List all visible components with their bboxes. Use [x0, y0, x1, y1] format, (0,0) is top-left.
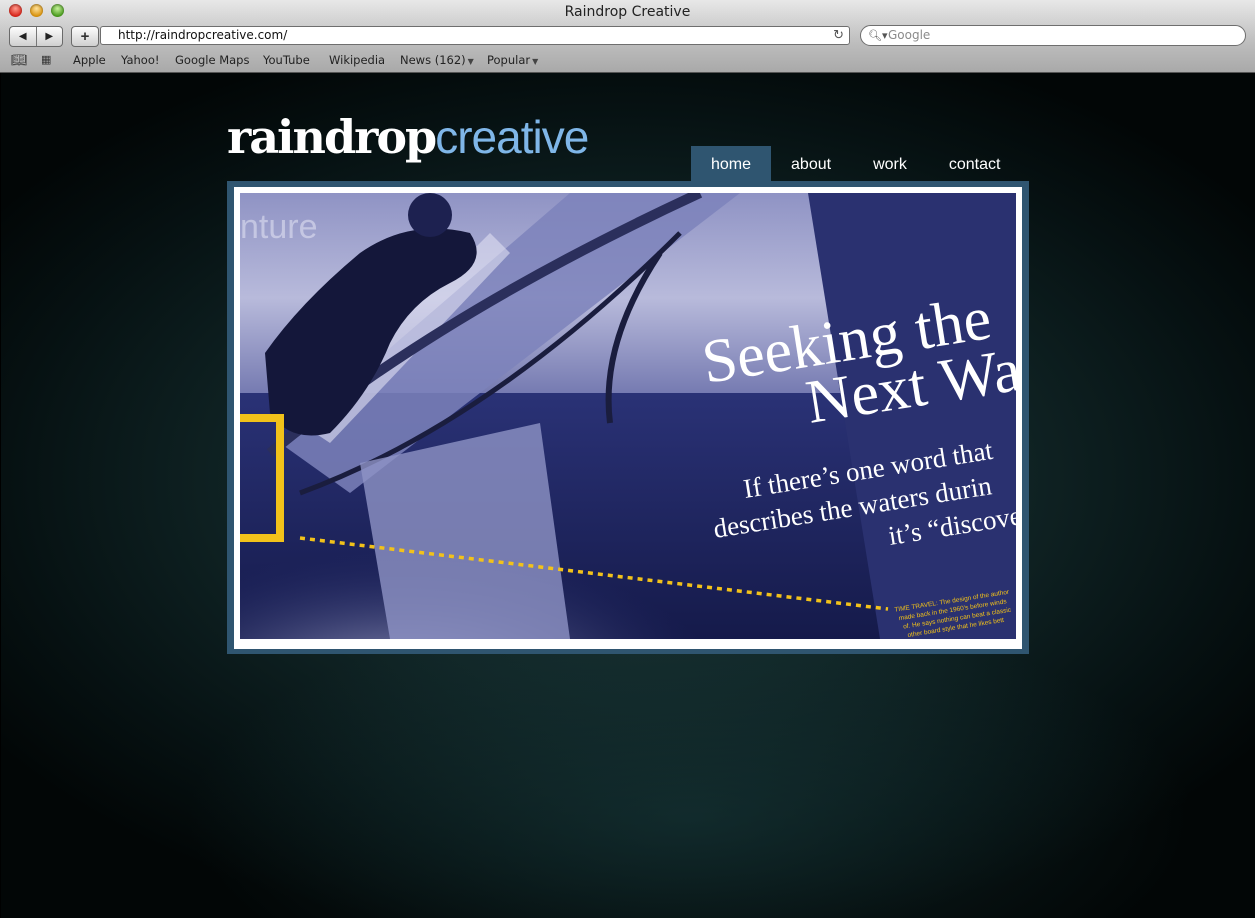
search-icon: 🔍︎▾	[868, 29, 888, 42]
search-input[interactable]: 🔍︎▾ Google	[860, 25, 1246, 46]
nav-home[interactable]: home	[691, 146, 772, 184]
bookmark-wikipedia[interactable]: Wikipedia	[329, 53, 385, 67]
bookmark-google-maps[interactable]: Google Maps	[175, 53, 249, 67]
rider-head	[408, 193, 452, 237]
forward-arrow-icon: ▶	[45, 31, 54, 42]
add-bookmark-button[interactable]: +	[71, 26, 99, 47]
bookmark-youtube[interactable]: YouTube	[263, 53, 310, 67]
web-page: raindropcreative home about work contact	[1, 73, 1255, 918]
back-arrow-icon: ◀	[18, 31, 27, 42]
chevron-down-icon: ▼	[467, 57, 474, 66]
back-button[interactable]: ◀	[10, 27, 36, 46]
logo-bold-text: raindrop	[227, 110, 437, 164]
reading-list-icon[interactable]: 📖︎	[11, 53, 28, 68]
background-text: nture	[240, 208, 318, 246]
nav-contact[interactable]: contact	[929, 146, 1021, 184]
hero-image[interactable]: nture Seeking the Next Wa If there’s one…	[240, 193, 1016, 639]
windsurfer-illustration: nture Seeking the Next Wa If there’s one…	[240, 193, 1016, 639]
logo-light-text: creative	[435, 111, 589, 163]
title-bar: Raindrop Creative	[0, 0, 1255, 22]
bookmark-popular-label: Popular	[487, 53, 531, 67]
hero-frame: nture Seeking the Next Wa If there’s one…	[227, 181, 1029, 654]
top-sites-grid-icon[interactable]: ▦	[41, 53, 52, 66]
forward-button[interactable]: ▶	[35, 27, 63, 46]
bookmark-yahoo[interactable]: Yahoo!	[121, 53, 159, 67]
bookmark-news-folder[interactable]: News (162) ▼	[400, 53, 474, 67]
bookmark-popular-folder[interactable]: Popular ▼	[487, 53, 538, 67]
reload-icon[interactable]: ↻	[833, 27, 844, 44]
search-placeholder: Google	[888, 28, 931, 42]
url-text: http://raindropcreative.com/	[118, 28, 288, 42]
site-navigation: home about work contact	[691, 146, 1020, 184]
history-buttons: ◀ ▶	[9, 26, 63, 47]
window-title: Raindrop Creative	[564, 4, 691, 20]
nav-about[interactable]: about	[771, 146, 851, 184]
browser-chrome: Raindrop Creative ◀ ▶ + http://raindropc…	[0, 0, 1255, 73]
bookmark-apple[interactable]: Apple	[73, 53, 106, 67]
bookmark-news-label: News (162)	[400, 53, 466, 67]
chevron-down-icon: ▼	[532, 57, 539, 66]
bookmarks-bar: 📖︎ ▦ Apple Yahoo! Google Maps YouTube Wi…	[0, 51, 1255, 70]
address-bar[interactable]: http://raindropcreative.com/ ↻	[100, 26, 850, 45]
site-logo[interactable]: raindropcreative	[227, 107, 589, 167]
hero-border: nture Seeking the Next Wa If there’s one…	[234, 187, 1022, 649]
nav-work[interactable]: work	[851, 146, 929, 184]
